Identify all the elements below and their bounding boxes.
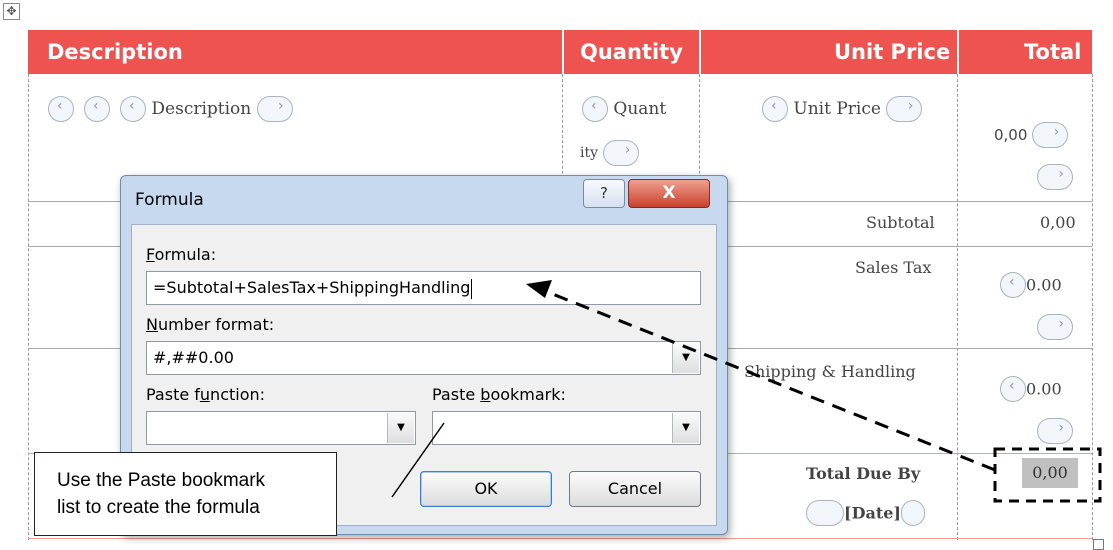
instruction-callout: Use the Paste bookmark list to create th…	[34, 452, 337, 536]
highlight-box	[993, 447, 1102, 503]
callout-leader-line	[391, 422, 445, 498]
annotation-arrow-line	[539, 287, 996, 472]
annotation-arrow-head	[526, 280, 552, 298]
callout-line-1: Use the Paste bookmark	[57, 470, 266, 491]
callout-line-2: list to create the formula	[57, 497, 260, 518]
